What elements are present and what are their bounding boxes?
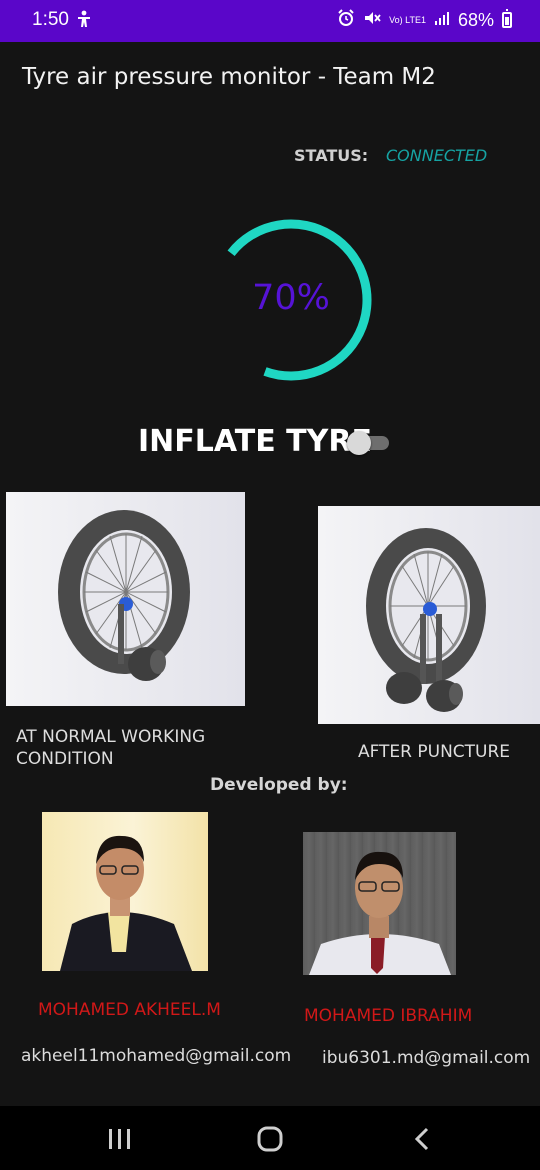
battery-icon	[502, 9, 512, 28]
recent-apps-icon[interactable]	[100, 1124, 140, 1154]
status-icons: Vo) LTE1 68%	[337, 9, 512, 31]
puncture-caption: AFTER PUNCTURE	[357, 742, 511, 762]
developer-photo-1	[42, 812, 208, 971]
battery-percent: 68%	[457, 9, 494, 30]
status-time: 1:50	[32, 9, 69, 30]
normal-caption: AT NORMAL WORKING CONDITION	[16, 727, 206, 769]
status-value: CONNECTED	[386, 146, 488, 165]
back-icon[interactable]	[403, 1124, 443, 1154]
inflate-toggle[interactable]	[347, 430, 391, 456]
developer-email-2: ibu6301.md@gmail.com	[322, 1048, 531, 1068]
developer-email-1: akheel11mohamed@gmail.com	[21, 1046, 292, 1066]
home-icon[interactable]	[250, 1124, 290, 1154]
developer-photo-2	[303, 832, 456, 975]
lte-indicator: Vo) LTE1	[389, 14, 426, 25]
toggle-thumb	[347, 431, 371, 455]
alarm-icon	[337, 9, 355, 31]
developer-name-1: MOHAMED AKHEEL.M	[38, 1000, 221, 1020]
punctured-tyre-image	[318, 506, 540, 724]
signal-icon	[434, 10, 450, 30]
app-title: Tyre air pressure monitor - Team M2	[22, 64, 436, 90]
status-bar: 1:50 Vo) LTE1 68%	[0, 0, 540, 42]
developer-name-2: MOHAMED IBRAHIM	[304, 1006, 473, 1026]
accessibility-icon	[76, 10, 92, 33]
mute-icon	[363, 9, 381, 31]
developed-by-heading: Developed by:	[210, 775, 348, 795]
normal-tyre-image	[6, 492, 245, 706]
navigation-bar	[0, 1106, 540, 1170]
gauge-value: 70%	[252, 278, 330, 318]
status-label: STATUS:	[294, 146, 369, 165]
inflate-label: INFLATE TYRE	[138, 424, 372, 459]
